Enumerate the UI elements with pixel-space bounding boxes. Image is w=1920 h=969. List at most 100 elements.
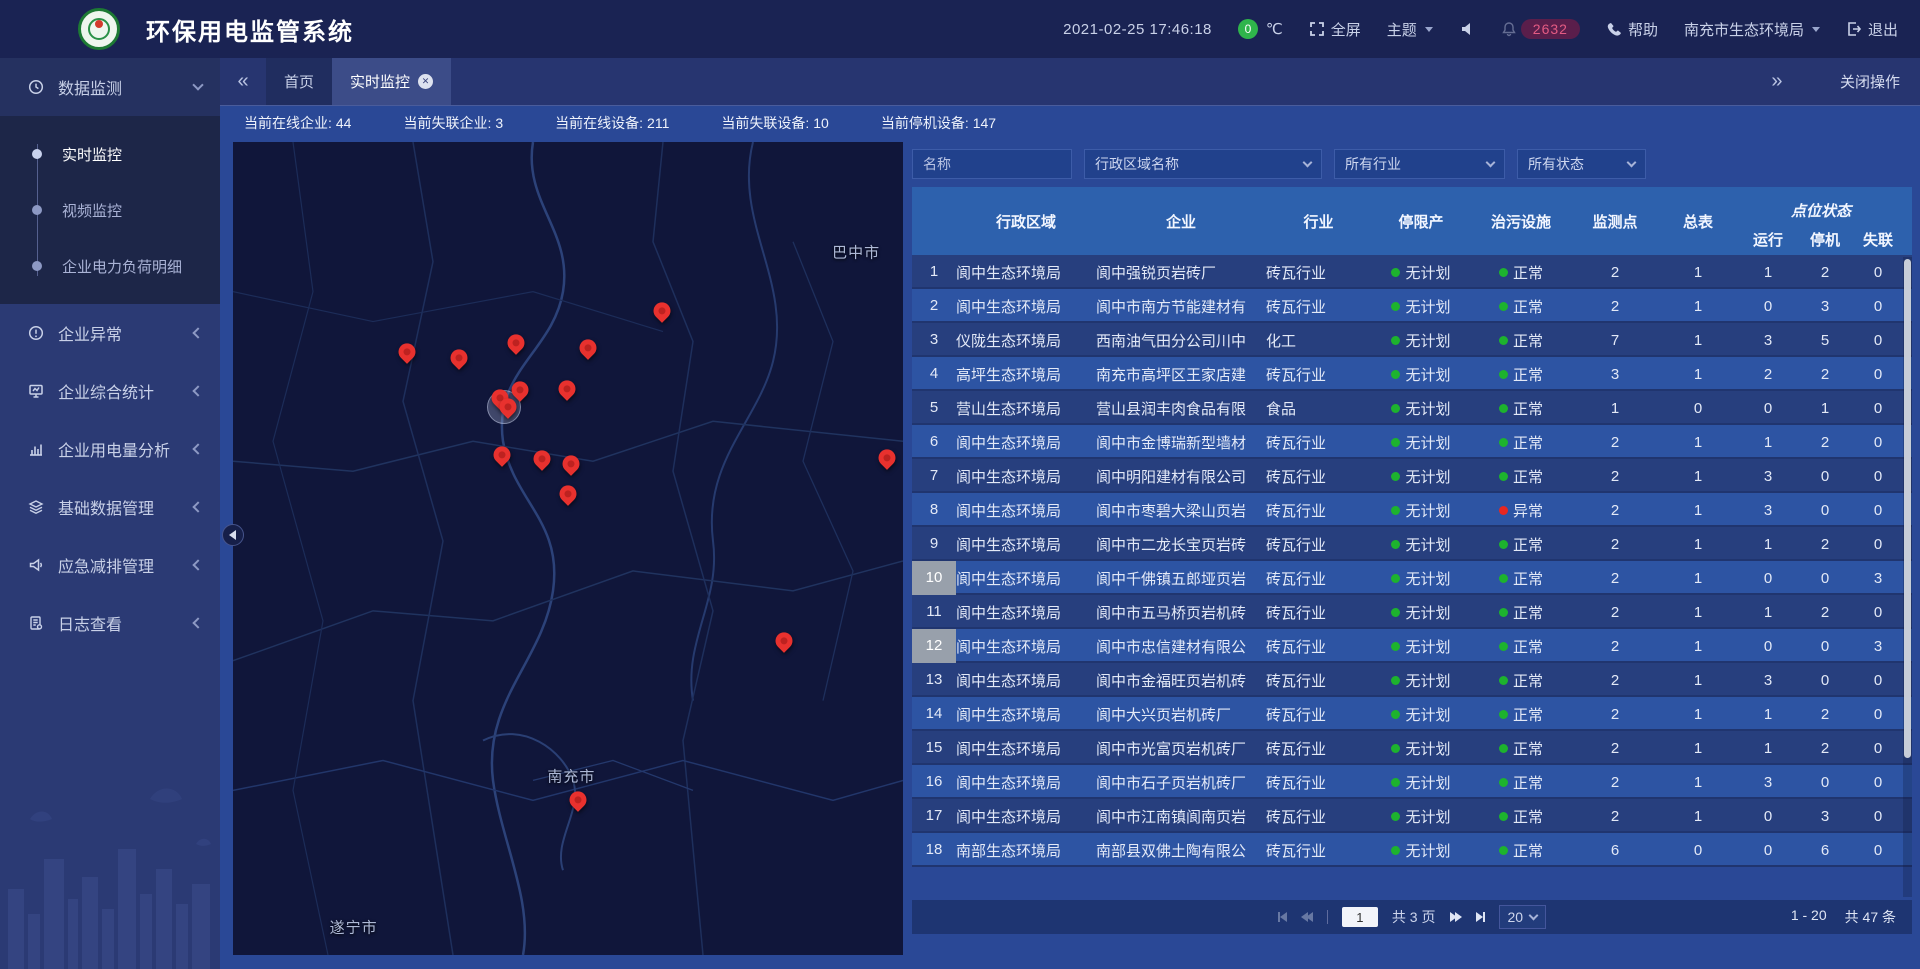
table-row[interactable]: 3仪陇生态环境局西南油气田分公司川中化工无计划正常71350 bbox=[912, 323, 1912, 357]
page-number-input[interactable] bbox=[1342, 907, 1378, 927]
chevron-left-icon bbox=[192, 385, 203, 396]
name-filter-field[interactable] bbox=[912, 149, 1072, 179]
sidebar-item-1[interactable]: 企业异常 bbox=[0, 304, 220, 362]
table-row[interactable]: 6阆中生态环境局阆中市金博瑞新型墙材砖瓦行业无计划正常21120 bbox=[912, 425, 1912, 459]
cell-facility-status: 异常 bbox=[1471, 500, 1571, 521]
tab-1[interactable]: 实时监控✕ bbox=[332, 58, 451, 105]
cell-industry: 砖瓦行业 bbox=[1266, 432, 1371, 453]
status-dot-icon bbox=[1391, 710, 1400, 719]
layers-icon bbox=[28, 499, 44, 515]
help-button[interactable]: 帮助 bbox=[1606, 19, 1658, 40]
cell-limit-status: 无计划 bbox=[1371, 568, 1471, 589]
tabs-scroll-left-button[interactable]: « bbox=[220, 58, 266, 105]
stats-bar: 当前在线企业:44当前失联企业:3当前在线设备:211当前失联设备:10当前停机… bbox=[220, 106, 1920, 140]
cell-run: 1 bbox=[1737, 706, 1799, 723]
pager-divider bbox=[1327, 910, 1328, 924]
table-row[interactable]: 13阆中生态环境局阆中市金福旺页岩机砖砖瓦行业无计划正常21300 bbox=[912, 663, 1912, 697]
table-row[interactable]: 2阆中生态环境局阆中市南方节能建材有砖瓦行业无计划正常21030 bbox=[912, 289, 1912, 323]
status-dot-icon bbox=[1391, 744, 1400, 753]
sidebar-item-6[interactable]: 日志查看 bbox=[0, 594, 220, 652]
prev-page-button[interactable] bbox=[1301, 912, 1313, 922]
cell-stop: 3 bbox=[1799, 808, 1851, 825]
industry-filter-select[interactable]: 所有行业 bbox=[1334, 149, 1505, 179]
sidebar-item-4[interactable]: 基础数据管理 bbox=[0, 478, 220, 536]
status-filter-select[interactable]: 所有状态 bbox=[1517, 149, 1646, 179]
chevron-left-icon bbox=[192, 617, 203, 628]
sidebar-item-label: 日志查看 bbox=[58, 611, 180, 635]
cell-stop: 0 bbox=[1799, 774, 1851, 791]
cell-meters: 1 bbox=[1659, 808, 1737, 825]
table-row[interactable]: 8阆中生态环境局阆中市枣碧大梁山页岩砖瓦行业无计划异常21300 bbox=[912, 493, 1912, 527]
logout-button[interactable]: 退出 bbox=[1846, 19, 1898, 40]
cell-run: 3 bbox=[1737, 502, 1799, 519]
cell-facility-status: 正常 bbox=[1471, 466, 1571, 487]
cell-lost: 0 bbox=[1851, 604, 1905, 621]
table-row[interactable]: 12阆中生态环境局阆中市忠信建材有限公砖瓦行业无计划正常21003 bbox=[912, 629, 1912, 663]
table-row[interactable]: 9阆中生态环境局阆中市二龙长宝页岩砖砖瓦行业无计划正常21120 bbox=[912, 527, 1912, 561]
sidebar-subitem[interactable]: 实时监控 bbox=[0, 126, 220, 182]
map-panel[interactable]: 巴中市南充市遂宁市 bbox=[233, 142, 903, 955]
tabs-scroll-right-button[interactable]: » bbox=[1754, 70, 1800, 93]
row-index: 3 bbox=[912, 323, 956, 357]
cell-stop: 2 bbox=[1799, 604, 1851, 621]
tab-0[interactable]: 首页 bbox=[266, 58, 332, 105]
cell-stop: 0 bbox=[1799, 570, 1851, 587]
next-page-button[interactable] bbox=[1450, 912, 1462, 922]
cell-facility-status: 正常 bbox=[1471, 330, 1571, 351]
page-size-select[interactable]: 20 bbox=[1499, 905, 1547, 929]
sidebar-item-3[interactable]: 企业用电量分析 bbox=[0, 420, 220, 478]
org-dropdown[interactable]: 南充市生态环境局 bbox=[1684, 19, 1820, 40]
table-row[interactable]: 4高坪生态环境局南充市高坪区王家店建砖瓦行业无计划正常31220 bbox=[912, 357, 1912, 391]
col-run: 运行 bbox=[1737, 223, 1799, 255]
status-dot-icon bbox=[1499, 404, 1508, 413]
table-scrollbar[interactable] bbox=[1903, 257, 1912, 897]
cell-region: 阆中生态环境局 bbox=[956, 772, 1096, 793]
table-row[interactable]: 17阆中生态环境局阆中市江南镇阆南页岩砖瓦行业无计划正常21030 bbox=[912, 799, 1912, 833]
map-collapse-button[interactable] bbox=[222, 524, 244, 546]
notifications[interactable]: 2632 bbox=[1501, 19, 1580, 39]
last-page-button[interactable] bbox=[1476, 912, 1485, 922]
cell-company: 南充市高坪区王家店建 bbox=[1096, 364, 1266, 385]
region-filter-select[interactable]: 行政区域名称 bbox=[1084, 149, 1322, 179]
sidebar-subitem[interactable]: 视频监控 bbox=[0, 182, 220, 238]
table-row[interactable]: 10阆中生态环境局阆中千佛镇五郎垭页岩砖瓦行业无计划正常21003 bbox=[912, 561, 1912, 595]
sidebar-subitem[interactable]: 企业电力负荷明细 bbox=[0, 238, 220, 294]
table-row[interactable]: 15阆中生态环境局阆中市光富页岩机砖厂砖瓦行业无计划正常21120 bbox=[912, 731, 1912, 765]
sidebar: 数据监测实时监控视频监控企业电力负荷明细企业异常企业综合统计企业用电量分析基础数… bbox=[0, 58, 220, 969]
sidebar-item-5[interactable]: 应急减排管理 bbox=[0, 536, 220, 594]
table-row[interactable]: 7阆中生态环境局阆中明阳建材有限公司砖瓦行业无计划正常21300 bbox=[912, 459, 1912, 493]
cell-points: 2 bbox=[1571, 570, 1659, 587]
table-row[interactable]: 16阆中生态环境局阆中市石子页岩机砖厂砖瓦行业无计划正常21300 bbox=[912, 765, 1912, 799]
chart-icon bbox=[28, 441, 44, 457]
stat-item: 当前失联企业:3 bbox=[403, 113, 503, 133]
sidebar-item-2[interactable]: 企业综合统计 bbox=[0, 362, 220, 420]
sidebar-menu: 数据监测实时监控视频监控企业电力负荷明细企业异常企业综合统计企业用电量分析基础数… bbox=[0, 58, 220, 652]
status-dot-icon bbox=[1499, 438, 1508, 447]
first-page-button[interactable] bbox=[1278, 912, 1287, 922]
mute-button[interactable] bbox=[1459, 21, 1475, 37]
sidebar-item-0[interactable]: 数据监测 bbox=[0, 58, 220, 116]
row-index: 13 bbox=[912, 663, 956, 697]
cell-company: 阆中市二龙长宝页岩砖 bbox=[1096, 534, 1266, 555]
cell-stop: 2 bbox=[1799, 264, 1851, 281]
cell-run: 3 bbox=[1737, 468, 1799, 485]
scrollbar-thumb[interactable] bbox=[1904, 259, 1911, 758]
cell-company: 西南油气田分公司川中 bbox=[1096, 330, 1266, 351]
table-row[interactable]: 5营山生态环境局营山县润丰肉食品有限食品无计划正常10010 bbox=[912, 391, 1912, 425]
cell-limit-status: 无计划 bbox=[1371, 772, 1471, 793]
tab-list: 首页实时监控✕ bbox=[266, 58, 451, 105]
table-row[interactable]: 1阆中生态环境局阆中强锐页岩砖厂砖瓦行业无计划正常21120 bbox=[912, 255, 1912, 289]
status-dot-icon bbox=[1499, 608, 1508, 617]
table-row[interactable]: 11阆中生态环境局阆中市五马桥页岩机砖砖瓦行业无计划正常21120 bbox=[912, 595, 1912, 629]
table-row[interactable]: 14阆中生态环境局阆中大兴页岩机砖厂砖瓦行业无计划正常21120 bbox=[912, 697, 1912, 731]
map-city-label: 巴中市 bbox=[832, 241, 880, 262]
theme-dropdown[interactable]: 主题 bbox=[1387, 19, 1433, 40]
fullscreen-button[interactable]: 全屏 bbox=[1309, 19, 1361, 40]
name-filter-input[interactable] bbox=[923, 156, 1061, 172]
table-row[interactable]: 18南部生态环境局南部县双佛土陶有限公砖瓦行业无计划正常60060 bbox=[912, 833, 1912, 867]
status-dot-icon bbox=[1391, 812, 1400, 821]
cell-points: 3 bbox=[1571, 366, 1659, 383]
tab-close-icon[interactable]: ✕ bbox=[418, 74, 433, 89]
chevron-down-icon bbox=[1627, 158, 1637, 168]
close-operations-button[interactable]: 关闭操作 bbox=[1840, 71, 1900, 92]
